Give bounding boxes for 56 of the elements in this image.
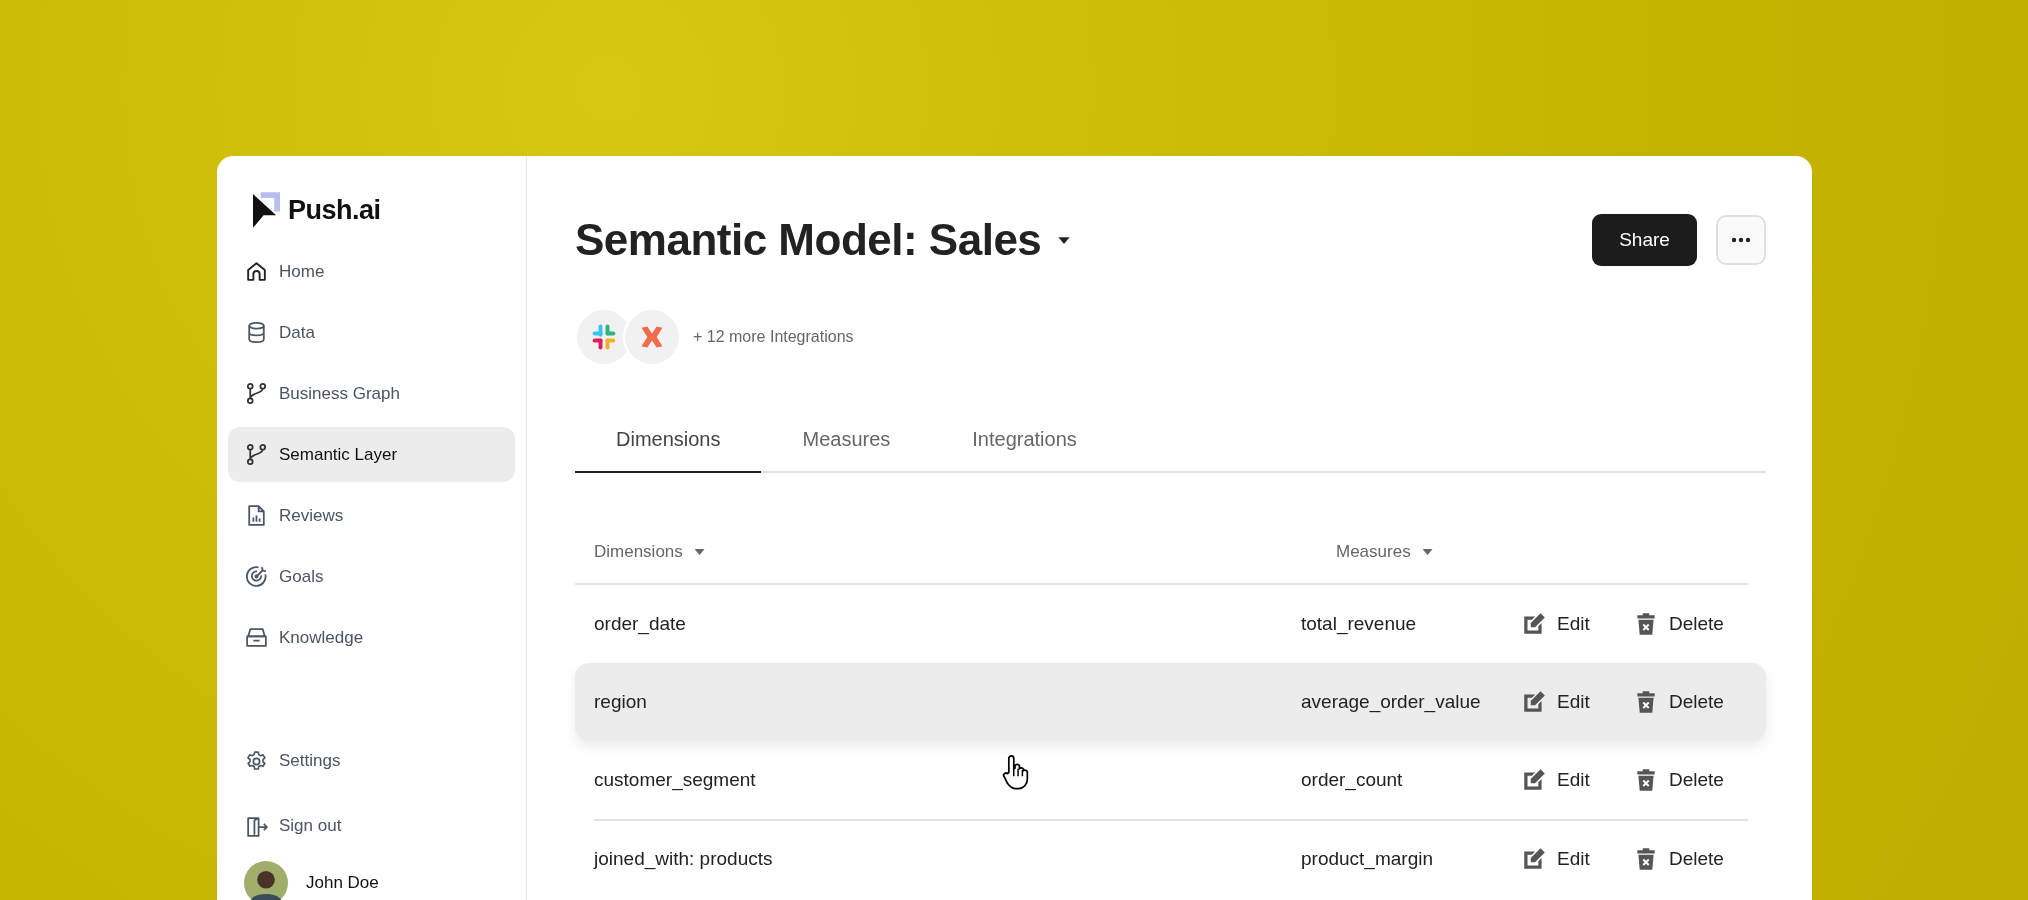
measure-cell: average_order_value	[1301, 691, 1481, 713]
nav-item[interactable]: Semantic Layer	[228, 427, 515, 482]
nav-item[interactable]: Goals	[228, 549, 515, 604]
dimension-cell: joined_with: products	[594, 848, 773, 870]
nav-item[interactable]: Home	[228, 244, 515, 299]
sort-caret-icon[interactable]	[692, 548, 706, 556]
dimension-cell: customer_segment	[594, 769, 756, 791]
caret-icon[interactable]	[1057, 235, 1072, 245]
sort-caret-icon[interactable]	[1420, 548, 1434, 556]
edit-icon	[1521, 846, 1547, 872]
target-icon	[244, 564, 269, 589]
measure-cell: order_count	[1301, 769, 1403, 791]
home-icon	[244, 259, 269, 284]
hand-cursor-icon	[1000, 754, 1030, 791]
branch-icon	[244, 442, 269, 467]
nav-item[interactable]: Settings	[228, 731, 515, 791]
branch-icon	[244, 381, 269, 406]
more-icon	[1731, 237, 1751, 243]
edit-icon	[1521, 611, 1547, 637]
table-row[interactable]: joined_with: products product_margin Edit Delete	[594, 819, 1748, 897]
edit-button[interactable]: Edit	[1521, 846, 1590, 872]
table-row[interactable]: customer_segment order_count Edit Delete	[575, 741, 1766, 819]
delete-button[interactable]: Delete	[1633, 846, 1724, 872]
tray-icon	[244, 625, 269, 650]
delete-button[interactable]: Delete	[1633, 767, 1724, 793]
integrations-count[interactable]: + 12 more Integrations	[693, 328, 854, 346]
column-header[interactable]: Dimensions	[594, 542, 1336, 562]
measure-cell: total_revenue	[1301, 613, 1417, 635]
delete-button[interactable]: Delete	[1633, 611, 1724, 637]
edit-button[interactable]: Edit	[1521, 767, 1590, 793]
measure-cell: product_margin	[1301, 848, 1434, 870]
column-header[interactable]: Measures	[1336, 542, 2028, 562]
nav-item[interactable]: Reviews	[228, 488, 515, 543]
edit-icon	[1521, 689, 1547, 715]
table-row[interactable]: region average_order_value Edit Delete	[575, 663, 1766, 741]
tab[interactable]: Dimensions	[575, 410, 762, 473]
edit-button[interactable]: Edit	[1521, 689, 1590, 715]
dimension-cell: region	[594, 691, 647, 713]
tab[interactable]: Measures	[761, 410, 932, 473]
edit-button[interactable]: Edit	[1521, 611, 1590, 637]
table-row[interactable]: order_date total_revenue Edit Delete	[575, 585, 1766, 663]
nav-item[interactable]: Business Graph	[228, 366, 515, 421]
share-button[interactable]: Share	[1592, 214, 1697, 266]
logo-icon	[253, 191, 280, 229]
logo-text: Push.ai	[288, 194, 381, 226]
nav-item[interactable]: Knowledge	[228, 610, 515, 665]
hash-logo-icon	[590, 323, 618, 351]
user-name: John Doe	[306, 873, 379, 893]
dimension-cell: order_date	[594, 613, 686, 635]
tab[interactable]: Integrations	[931, 410, 1118, 473]
nav-item[interactable]: Data	[228, 305, 515, 360]
page-title: Semantic Model: Sales	[575, 215, 1042, 265]
nav-item[interactable]: Sign out	[228, 796, 515, 856]
delete-button[interactable]: Delete	[1633, 689, 1724, 715]
avatar-icon	[244, 861, 288, 900]
edit-icon	[1521, 767, 1547, 793]
